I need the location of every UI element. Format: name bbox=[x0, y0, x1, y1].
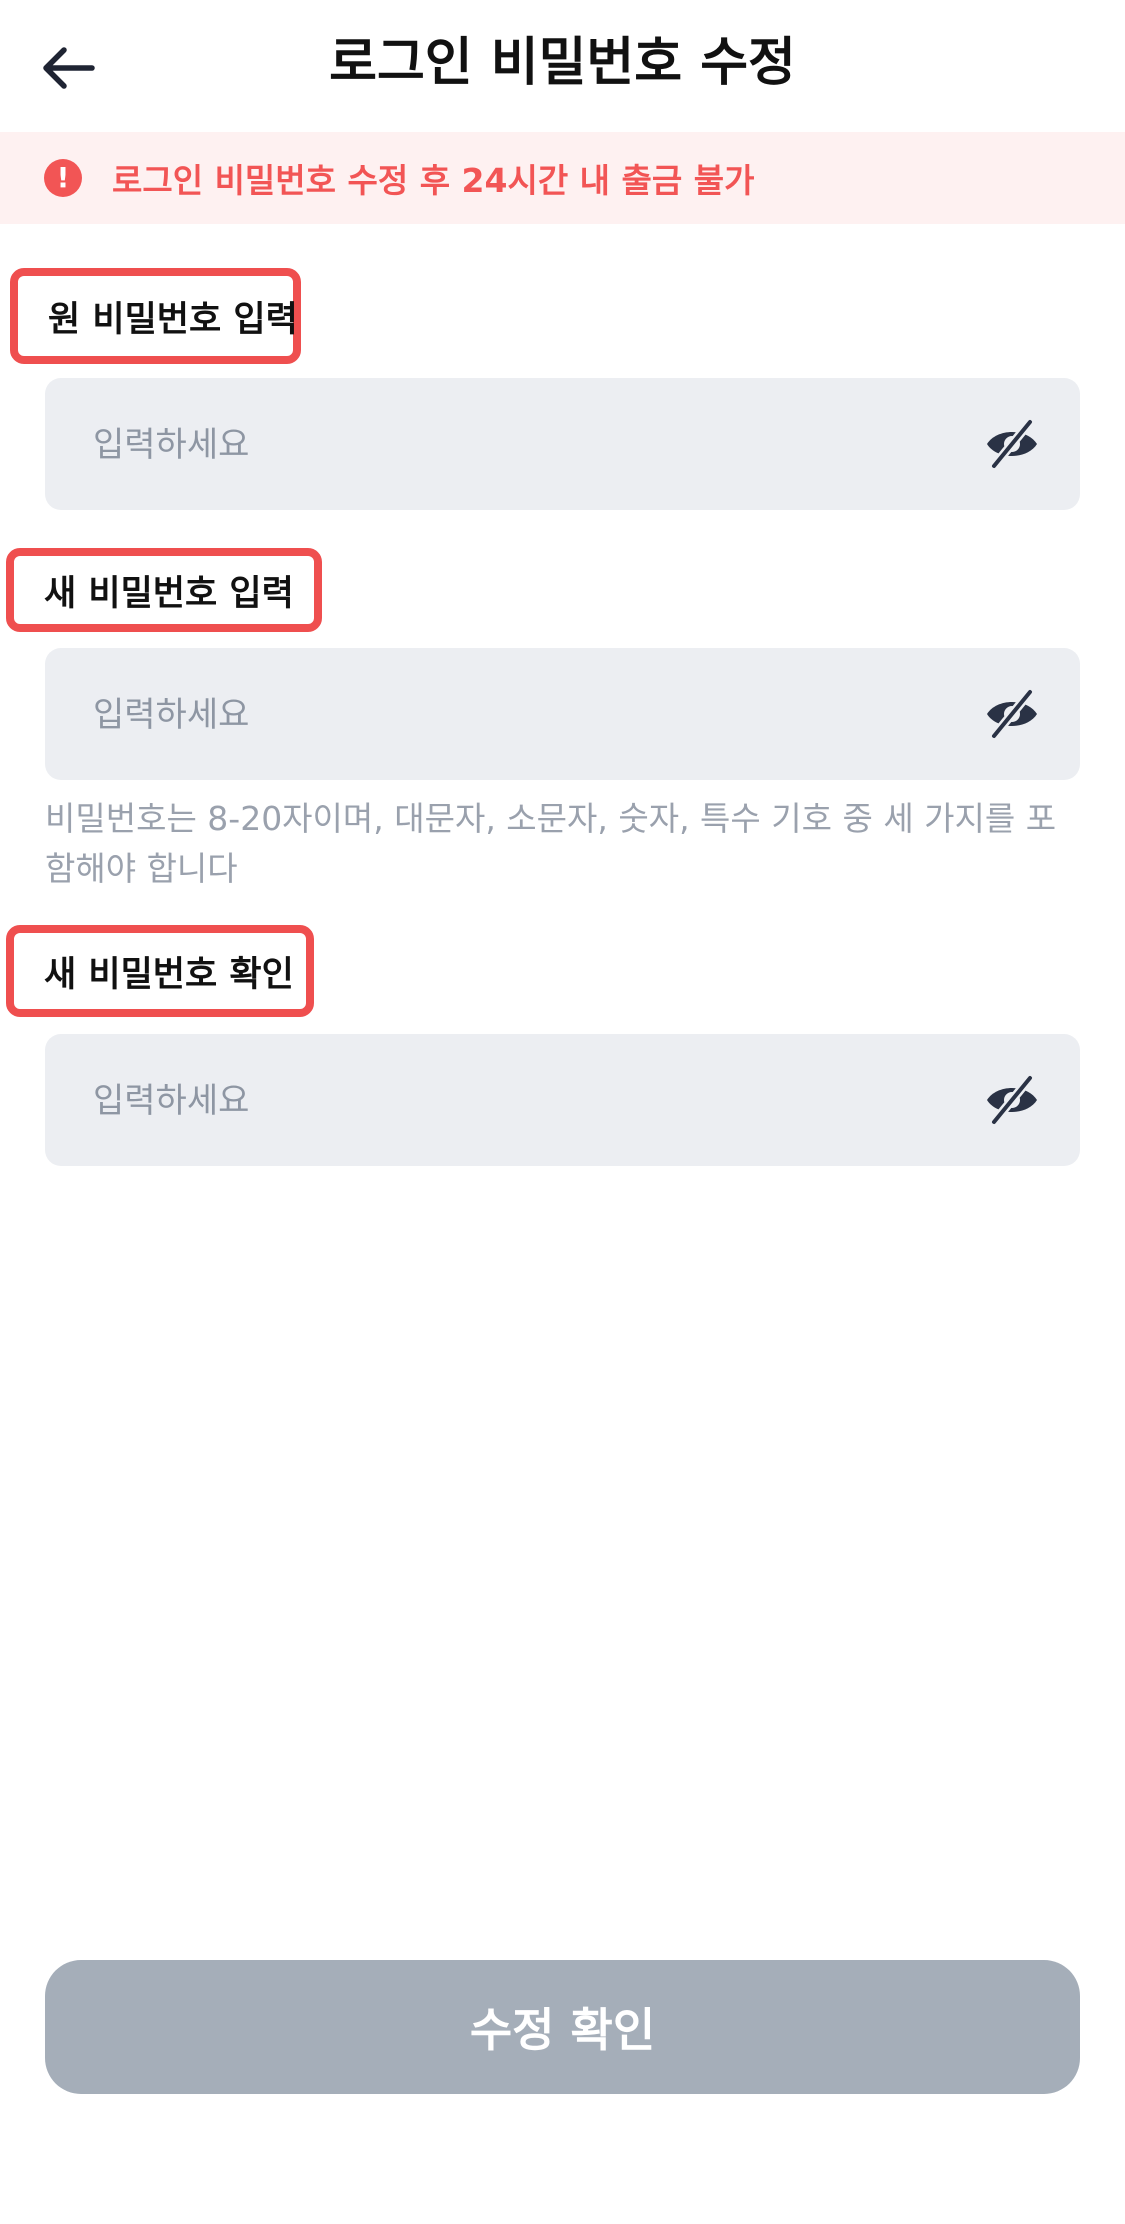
confirm-change-button[interactable]: 수정 확인 bbox=[45, 1960, 1080, 2094]
label-highlight-new-password: 새 비밀번호 입력 bbox=[6, 548, 322, 632]
label-highlight-confirm-password: 새 비밀번호 확인 bbox=[6, 925, 314, 1017]
eye-off-icon[interactable] bbox=[984, 418, 1040, 470]
original-password-field bbox=[45, 378, 1080, 512]
original-password-input[interactable] bbox=[91, 378, 955, 512]
new-password-input[interactable] bbox=[91, 648, 955, 782]
new-password-label: 새 비밀번호 입력 bbox=[44, 573, 294, 614]
label-highlight-original-password: 원 비밀번호 입력 bbox=[10, 268, 301, 364]
header: 로그인 비밀번호 수정 bbox=[0, 0, 1125, 130]
original-password-label: 원 비밀번호 입력 bbox=[48, 299, 298, 340]
confirm-password-field bbox=[45, 1034, 1080, 1168]
confirm-password-input[interactable] bbox=[91, 1034, 955, 1168]
alert-icon: ! bbox=[44, 159, 82, 197]
page-title: 로그인 비밀번호 수정 bbox=[329, 33, 796, 93]
confirm-password-label: 새 비밀번호 확인 bbox=[44, 954, 294, 995]
new-password-field bbox=[45, 648, 1080, 782]
eye-off-icon[interactable] bbox=[984, 688, 1040, 740]
warning-banner: ! 로그인 비밀번호 수정 후 24시간 내 출금 불가 bbox=[0, 132, 1125, 224]
eye-off-icon[interactable] bbox=[984, 1074, 1040, 1126]
password-rule-hint: 비밀번호는 8-20자이며, 대문자, 소문자, 숫자, 특수 기호 중 세 가… bbox=[45, 799, 1057, 888]
warning-text: 로그인 비밀번호 수정 후 24시간 내 출금 불가 bbox=[112, 161, 755, 200]
